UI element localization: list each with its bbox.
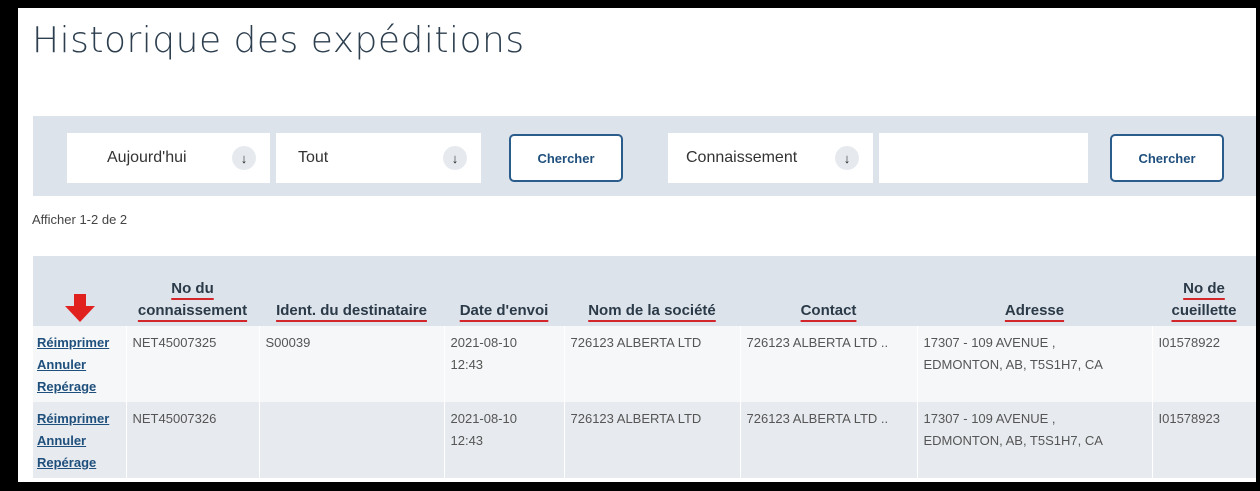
table-row: Réimprimer Annuler Repérage NET45007326 … — [33, 402, 1256, 478]
contact-name: 726123 ALBERTA LTD .. — [740, 326, 918, 402]
column-header-bol[interactable]: No du connaissement — [126, 256, 259, 326]
recipient-id: S00039 — [259, 326, 445, 402]
red-arrow-down-icon — [64, 294, 95, 322]
contact-name: 726123 ALBERTA LTD .. — [740, 402, 918, 478]
pickup-number: I01578922 — [1152, 326, 1256, 402]
cancel-link[interactable]: Annuler — [37, 430, 120, 452]
table-header: No du connaissement Ident. du destinatai… — [33, 256, 1256, 326]
company-name: 726123 ALBERTA LTD — [564, 402, 741, 478]
search-button-secondary[interactable]: Chercher — [1110, 134, 1224, 182]
reprint-link[interactable]: Réimprimer — [37, 408, 120, 430]
search-type-select[interactable]: Connaissement ↓ — [668, 133, 873, 183]
row-actions: Réimprimer Annuler Repérage — [33, 402, 127, 478]
status-select[interactable]: Tout ↓ — [276, 133, 481, 183]
address: 17307 - 109 AVENUE , EDMONTON, AB, T5S1H7… — [917, 402, 1153, 478]
tracking-link[interactable]: Repérage — [37, 452, 120, 474]
reprint-link[interactable]: Réimprimer — [37, 332, 120, 354]
bol-number: NET45007325 — [126, 326, 260, 402]
tracking-link[interactable]: Repérage — [37, 376, 120, 398]
bol-number: NET45007326 — [126, 402, 260, 478]
arrow-down-icon: ↓ — [232, 146, 256, 170]
search-button[interactable]: Chercher — [509, 134, 623, 182]
pickup-number: I01578923 — [1152, 402, 1256, 478]
arrow-down-icon: ↓ — [443, 146, 467, 170]
recipient-id — [259, 402, 445, 478]
shipments-table: No du connaissement Ident. du destinatai… — [33, 256, 1256, 478]
date-range-select[interactable]: Aujourd'hui ↓ — [67, 133, 270, 183]
address: 17307 - 109 AVENUE , EDMONTON, AB, T5S1H7… — [917, 326, 1153, 402]
results-count: Afficher 1-2 de 2 — [32, 212, 128, 227]
column-header-ship-date[interactable]: Date d'envoi — [444, 256, 564, 326]
table-row: Réimprimer Annuler Repérage NET45007325 … — [33, 326, 1256, 402]
column-header-pickup[interactable]: No de cueillette — [1152, 256, 1256, 326]
company-name: 726123 ALBERTA LTD — [564, 326, 741, 402]
ship-date: 2021-08-10 12:43 — [444, 402, 565, 478]
search-type-value: Connaissement — [686, 149, 798, 166]
action-column-header — [33, 256, 126, 326]
date-range-value: Aujourd'hui — [107, 149, 187, 166]
arrow-down-icon: ↓ — [835, 146, 859, 170]
column-header-address[interactable]: Adresse — [917, 256, 1152, 326]
page: Historique des expéditions Aujourd'hui ↓… — [18, 8, 1256, 482]
status-value: Tout — [298, 149, 329, 166]
page-title: Historique des expéditions — [32, 20, 525, 61]
column-header-company[interactable]: Nom de la société — [564, 256, 740, 326]
column-header-contact[interactable]: Contact — [740, 256, 917, 326]
search-input[interactable] — [879, 133, 1088, 183]
row-actions: Réimprimer Annuler Repérage — [33, 326, 127, 402]
ship-date: 2021-08-10 12:43 — [444, 326, 565, 402]
column-header-recipient-id[interactable]: Ident. du destinataire — [259, 256, 444, 326]
filter-bar: Aujourd'hui ↓ Tout ↓ Chercher Connaissem… — [33, 116, 1256, 196]
cancel-link[interactable]: Annuler — [37, 354, 120, 376]
